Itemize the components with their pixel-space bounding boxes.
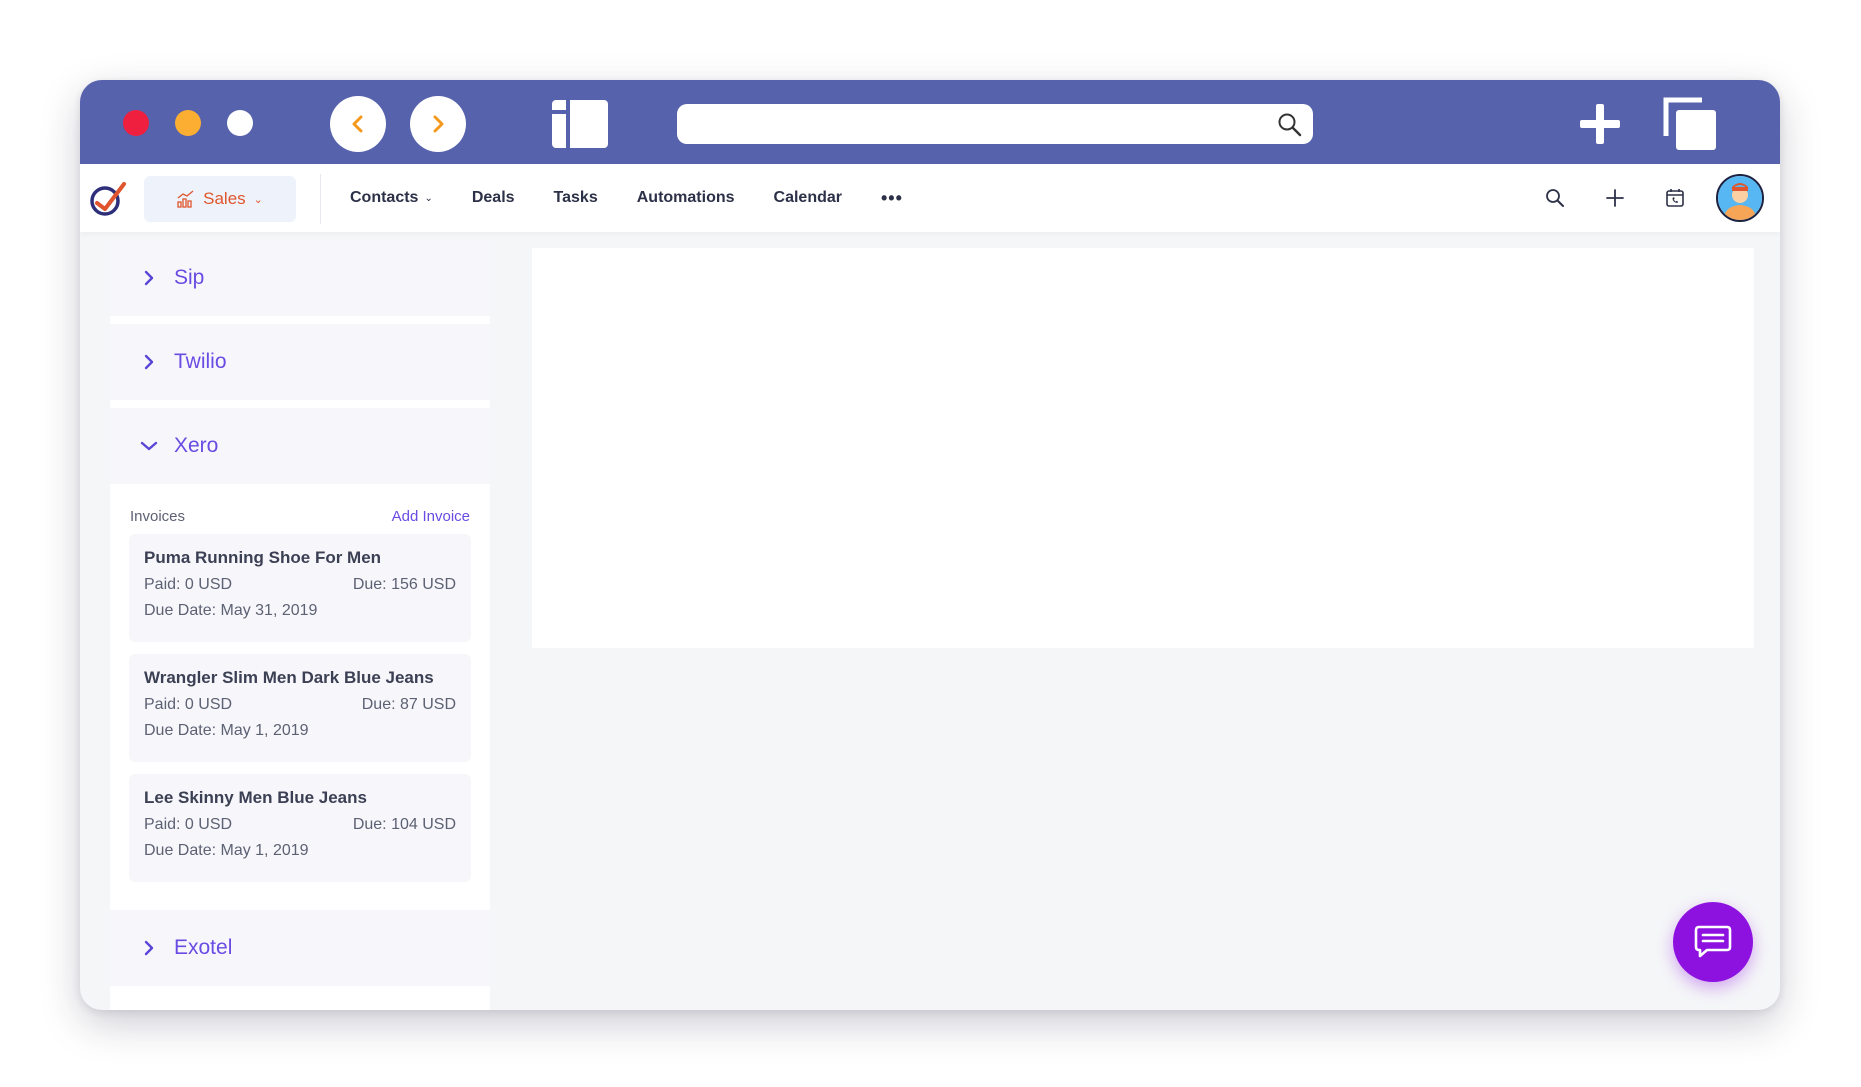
app-logo[interactable] [88, 178, 128, 218]
back-button[interactable] [330, 96, 386, 152]
module-label: Sales [203, 189, 246, 208]
invoice-paid: Paid: 0 USD [144, 576, 233, 593]
address-bar[interactable] [677, 104, 1313, 144]
invoice-card[interactable]: Wrangler Slim Men Dark Blue Jeans Paid: … [129, 654, 471, 762]
plus-icon [1580, 104, 1620, 144]
calendar-button[interactable] [1661, 184, 1689, 212]
global-search-button[interactable] [1541, 184, 1569, 212]
search-icon [1546, 189, 1564, 207]
maximize-window-button[interactable] [227, 110, 253, 136]
invoice-due-date: Due Date: May 1, 2019 [144, 842, 309, 859]
accordion-title: Sip [174, 266, 205, 289]
back-arrow-icon [352, 115, 363, 133]
menu-item-tasks[interactable]: Tasks [554, 189, 598, 207]
new-tab-button[interactable] [1578, 102, 1622, 146]
nav-divider [320, 174, 321, 224]
chevron-right-icon [140, 939, 158, 957]
user-avatar[interactable] [1716, 174, 1764, 222]
calendar-phone-icon [1666, 189, 1684, 207]
invoices-header: Invoices Add Invoice [130, 508, 470, 525]
add-invoice-link[interactable]: Add Invoice [392, 508, 470, 525]
browser-titlebar [80, 80, 1780, 164]
chevron-right-icon [140, 269, 158, 287]
tabs-overview-button[interactable] [1662, 96, 1718, 152]
invoice-due: Due: 87 USD [361, 696, 456, 713]
chevron-down-icon: ⌄ [253, 193, 263, 206]
chat-button[interactable] [1673, 902, 1753, 982]
chevron-down-icon: ⌄ [424, 192, 433, 204]
invoice-amounts: Paid: 0 USD Due: 156 USD [144, 576, 456, 594]
invoice-paid: Paid: 0 USD [144, 696, 233, 713]
browser-window: Sales ⌄ Contacts ⌄ Deals Tasks Automatio… [80, 80, 1780, 1010]
sidebar-icon [552, 100, 608, 148]
accordion-title: Exotel [174, 936, 233, 959]
accordion-twilio[interactable]: Twilio [110, 324, 490, 400]
tabs-icon [1663, 97, 1716, 150]
main-menu: Contacts ⌄ Deals Tasks Automations Calen… [350, 164, 903, 232]
invoice-card[interactable]: Puma Running Shoe For Men Paid: 0 USD Du… [129, 534, 471, 642]
invoice-due: Due: 156 USD [352, 576, 456, 593]
sales-chart-icon [177, 190, 194, 208]
menu-item-contacts[interactable]: Contacts ⌄ [350, 189, 433, 207]
invoice-name: Puma Running Shoe For Men [144, 548, 382, 567]
invoice-due-date: Due Date: May 31, 2019 [144, 602, 318, 619]
accordion-sip[interactable]: Sip [110, 240, 490, 316]
accordion-exotel[interactable]: Exotel [110, 910, 490, 986]
invoice-due-date: Due Date: May 1, 2019 [144, 722, 309, 739]
forward-arrow-icon [433, 115, 444, 133]
menu-item-deals[interactable]: Deals [472, 189, 515, 207]
quick-add-button[interactable] [1601, 184, 1629, 212]
invoice-name: Lee Skinny Men Blue Jeans [144, 788, 367, 807]
sidebar-toggle-button[interactable] [552, 100, 608, 148]
minimize-window-button[interactable] [175, 110, 201, 136]
chevron-down-icon [140, 437, 158, 455]
more-menu-icon[interactable]: ••• [881, 188, 903, 209]
chat-bubble-icon [1694, 925, 1732, 958]
chevron-right-icon [140, 353, 158, 371]
accordion-title: Twilio [174, 350, 227, 373]
accordion-xero[interactable]: Xero [110, 408, 490, 484]
address-input[interactable] [691, 104, 1251, 144]
menu-item-automations[interactable]: Automations [637, 189, 735, 207]
avatar-icon [1718, 176, 1762, 220]
invoice-amounts: Paid: 0 USD Due: 87 USD [144, 696, 456, 714]
main-content-card [532, 248, 1754, 648]
invoice-name: Wrangler Slim Men Dark Blue Jeans [144, 668, 434, 687]
invoice-card[interactable]: Lee Skinny Men Blue Jeans Paid: 0 USD Du… [129, 774, 471, 882]
invoice-due: Due: 104 USD [352, 816, 456, 833]
accordion-title: Xero [174, 434, 219, 457]
invoice-paid: Paid: 0 USD [144, 816, 233, 833]
search-icon[interactable] [1277, 112, 1303, 138]
plus-icon [1606, 189, 1624, 207]
invoice-amounts: Paid: 0 USD Due: 104 USD [144, 816, 456, 834]
integrations-panel: Sip Twilio Xero Invoices Add Invoice Pum… [110, 240, 490, 1010]
menu-item-calendar[interactable]: Calendar [774, 189, 842, 207]
module-switcher[interactable]: Sales ⌄ [144, 176, 296, 222]
invoices-label: Invoices [130, 508, 186, 525]
close-window-button[interactable] [123, 110, 149, 136]
forward-button[interactable] [410, 96, 466, 152]
menu-item-label: Contacts [350, 189, 419, 206]
app-navbar: Sales ⌄ Contacts ⌄ Deals Tasks Automatio… [80, 164, 1780, 232]
